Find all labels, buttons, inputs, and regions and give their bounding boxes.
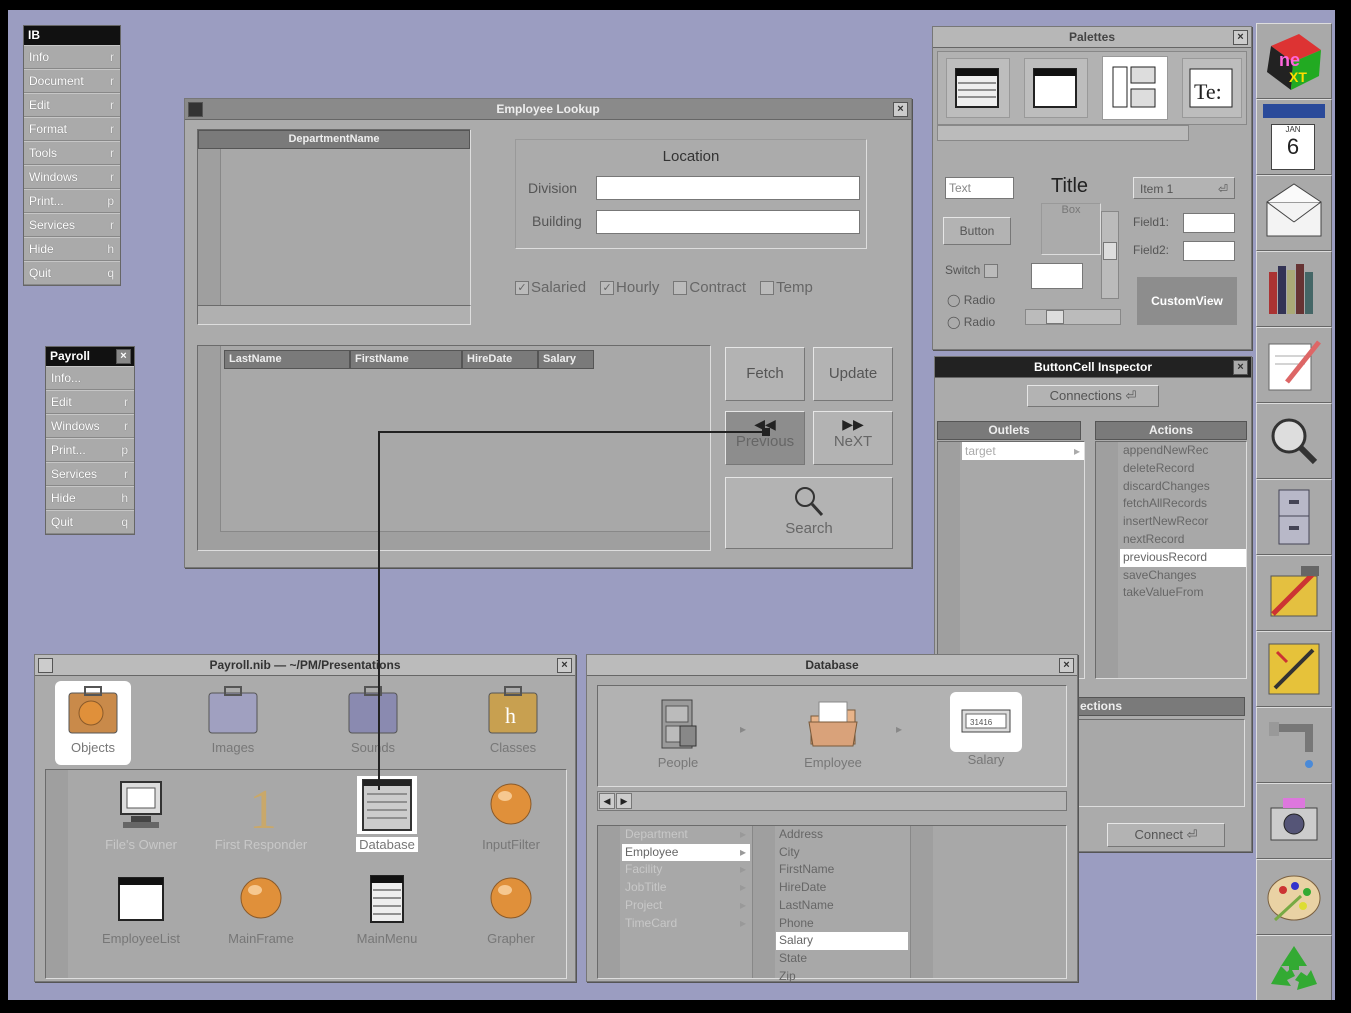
svg-text:XT: XT xyxy=(1289,69,1307,85)
dock-tile-next[interactable]: ne XT xyxy=(1256,23,1332,99)
dock-tile-edit[interactable] xyxy=(1256,327,1332,403)
dock-tile-terminal[interactable] xyxy=(1256,707,1332,783)
dock-tile-filer[interactable] xyxy=(1256,479,1332,555)
filer-cabinet-icon xyxy=(1278,489,1310,545)
hammer-tools-icon xyxy=(1270,566,1319,617)
camera-icon xyxy=(1270,798,1318,841)
dock-tile-calendar[interactable]: JAN 6 xyxy=(1256,99,1332,175)
calendar-day: 6 xyxy=(1286,134,1300,159)
dock-tile-books[interactable] xyxy=(1256,251,1332,327)
desktop: IB Info r Document r Edit r Format r Tools r Windo… xyxy=(8,10,1335,1000)
calendar-icon: JAN 6 xyxy=(1271,124,1315,170)
dock-tile-interface-builder[interactable] xyxy=(1256,555,1332,631)
magnifier-icon xyxy=(1271,418,1318,465)
dock-tile-inspector[interactable] xyxy=(1256,403,1332,479)
calendar-banner xyxy=(1263,104,1325,118)
next-cube-icon: neXT xyxy=(1267,34,1321,90)
dock-tile-preview[interactable] xyxy=(1256,783,1332,859)
paint-palette-icon xyxy=(1267,875,1321,922)
calendar-month: JAN xyxy=(1285,125,1301,134)
recycle-icon xyxy=(1271,946,1317,990)
pencil-paper-icon xyxy=(1268,340,1321,391)
dock-tile-mail[interactable] xyxy=(1256,175,1332,251)
svg-text:ne: ne xyxy=(1279,50,1300,70)
dock-tile-project-builder[interactable] xyxy=(1256,631,1332,707)
mail-icon xyxy=(1266,183,1322,237)
dock-tile-recycler[interactable] xyxy=(1256,935,1332,1000)
faucet-icon xyxy=(1269,722,1313,768)
screwdriver-icon xyxy=(1268,643,1320,695)
connection-line xyxy=(378,428,770,790)
books-icon xyxy=(1269,264,1313,314)
dock-tile-palette[interactable] xyxy=(1256,859,1332,935)
